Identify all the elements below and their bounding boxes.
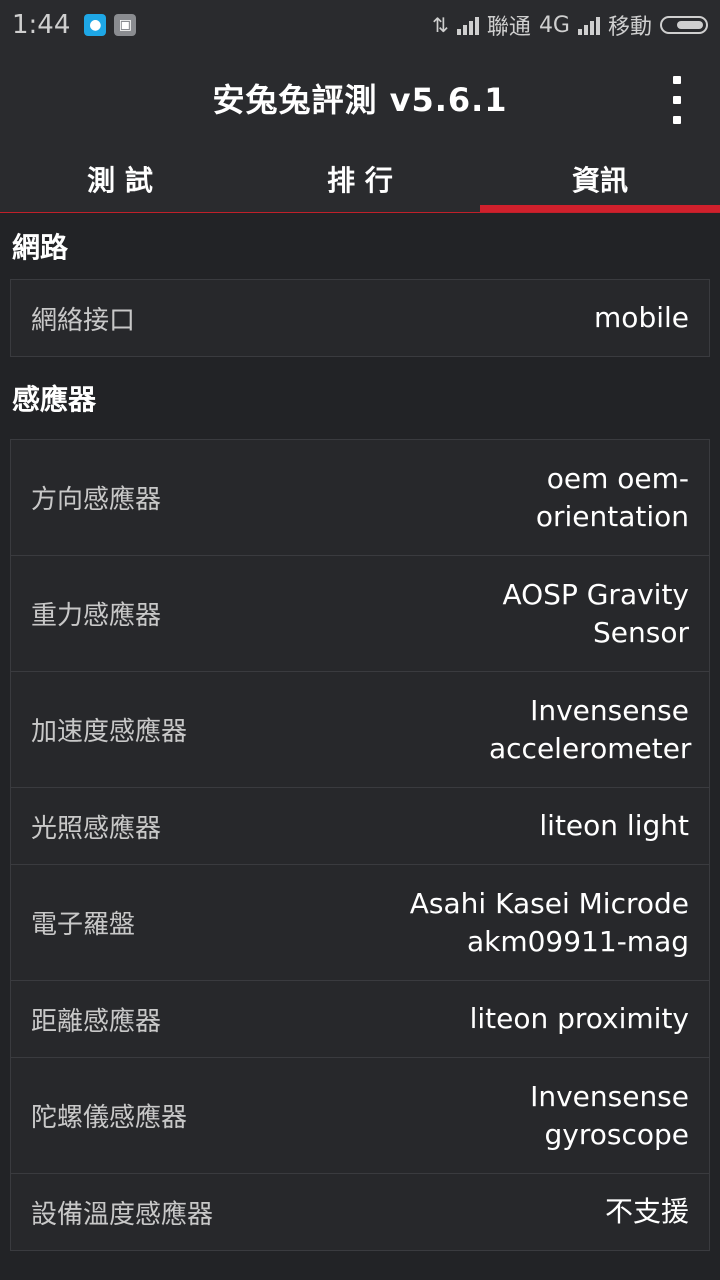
overflow-menu-icon[interactable]: [672, 76, 682, 124]
info-row: 重力感應器 AOSP Gravity Sensor: [11, 556, 709, 672]
signal-icon-2: [577, 15, 600, 35]
network-type: 4G: [538, 12, 570, 38]
app-title: 安兔兔評測 v5.6.1: [212, 81, 508, 119]
row-value: 不支援: [604, 1195, 689, 1228]
tab-ranking[interactable]: 排 行: [240, 146, 480, 212]
battery-icon: [660, 16, 708, 34]
row-label: 方向感應器: [31, 485, 162, 515]
sensor-card: 方向感應器 oem oem-orientation 重力感應器 AOSP Gra…: [10, 439, 710, 1251]
row-value: liteon proximity: [469, 1002, 689, 1035]
signal-icon-1: [456, 15, 479, 35]
carrier-2: 移動: [607, 15, 652, 40]
tab-test[interactable]: 測 試: [0, 146, 240, 212]
info-row: 加速度感應器 Invensense accelerometer: [11, 672, 709, 788]
carrier-1: 聯通: [486, 15, 531, 40]
info-row: 光照感應器 liteon light: [11, 788, 709, 865]
section-title-network: 網路: [12, 231, 69, 264]
info-row: 電子羅盤 Asahi Kasei Microde akm09911-mag: [11, 865, 709, 981]
notification-app-icon: ●: [84, 14, 107, 36]
tab-info[interactable]: 資訊: [480, 146, 720, 212]
row-label: 距離感應器: [31, 1006, 162, 1037]
row-value: Invensense accelerometer: [489, 693, 692, 765]
row-value: AOSP Gravity Sensor: [502, 577, 689, 649]
info-row: 網絡接口 mobile: [11, 280, 709, 356]
network-card: 網絡接口 mobile: [10, 279, 710, 357]
info-row: 方向感應器 oem oem-orientation: [11, 440, 709, 556]
data-transfer-icon: ⇅: [432, 13, 449, 37]
status-right: ⇅ 聯通 4G 移動: [432, 0, 708, 50]
status-bar: 1:44 ● ▣ ⇅ 聯通 4G 移動: [0, 0, 720, 50]
row-label: 陀螺儀感應器: [31, 1103, 188, 1133]
row-value: Asahi Kasei Microde akm09911-mag: [409, 886, 689, 958]
section-title-sensors: 感應器: [12, 383, 97, 416]
info-row: 陀螺儀感應器 Invensense gyroscope: [11, 1058, 709, 1174]
row-label: 光照感應器: [31, 813, 162, 844]
row-value: mobile: [594, 301, 689, 334]
row-value: oem oem-orientation: [535, 461, 689, 533]
row-value: liteon light: [539, 809, 689, 842]
row-value: Invensense gyroscope: [530, 1079, 689, 1151]
row-label: 設備溫度感應器: [31, 1199, 214, 1230]
info-row: 設備溫度感應器 不支援: [11, 1174, 709, 1250]
status-time: 1:44: [12, 10, 71, 40]
row-label: 重力感應器: [31, 601, 162, 631]
row-label: 網絡接口: [31, 305, 136, 336]
notification-gallery-icon: ▣: [114, 14, 137, 36]
info-row: 距離感應器 liteon proximity: [11, 981, 709, 1058]
row-label: 電子羅盤: [31, 910, 136, 940]
tab-bar: 測 試 排 行 資訊: [0, 146, 720, 213]
row-label: 加速度感應器: [31, 717, 188, 747]
app-bar: 安兔兔評測 v5.6.1: [0, 50, 720, 146]
